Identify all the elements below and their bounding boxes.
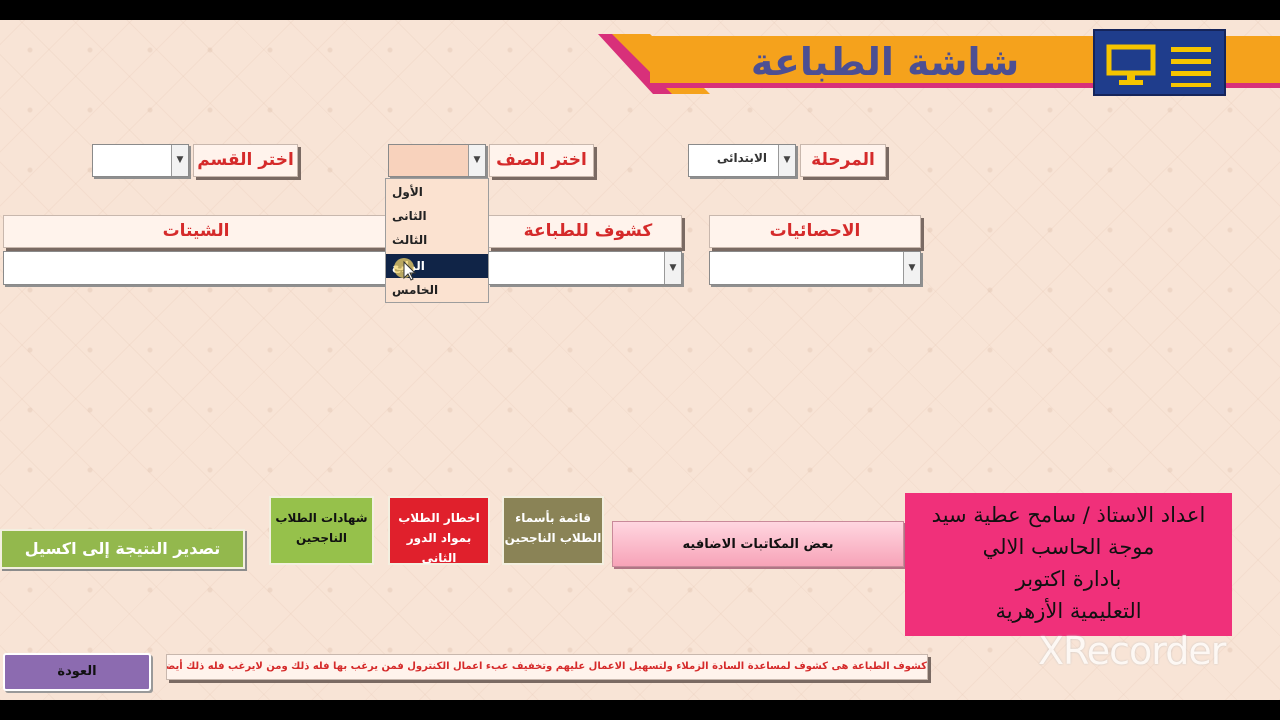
grade-option-2[interactable]: الثانى: [386, 204, 488, 228]
credits-line-4: التعليمية الأزهرية: [995, 599, 1142, 623]
stats-label: الاحصائيات: [709, 215, 921, 248]
section-select[interactable]: ▼: [92, 144, 189, 177]
stats-select[interactable]: ▼: [709, 251, 921, 285]
passed-list-button[interactable]: قائمة بأسماء الطلاب الناجحين: [502, 496, 604, 565]
export-excel-button[interactable]: تصدير النتيجة إلى اكسيل: [0, 529, 245, 569]
page-title: شاشة الطباعة: [750, 40, 1020, 84]
grade-label: اختر الصف: [489, 144, 594, 177]
sheets-label: الشيتات: [3, 215, 389, 248]
footer-note: كشوف الطباعة هى كشوف لمساعدة السادة الزم…: [166, 654, 928, 680]
monitor-icon: [1106, 44, 1211, 87]
mouse-cursor-icon: [394, 258, 417, 281]
credits-line-3: بادارة اكتوبر: [1015, 567, 1122, 591]
extra-correspondence-button[interactable]: بعض المكاتبات الاضافيه: [612, 521, 904, 567]
certificates-button[interactable]: شهادات الطلاب الناجحين: [269, 496, 374, 565]
passed-list-line1: قائمة بأسماء: [515, 511, 591, 525]
chevron-down-icon[interactable]: ▼: [778, 145, 795, 176]
grade-dropdown-list[interactable]: الأول الثانى الثالث الرابع الخامس: [385, 178, 489, 303]
chevron-down-icon[interactable]: ▼: [664, 252, 681, 284]
stage-select-value: الابتدائى: [716, 151, 767, 165]
back-label: العودة: [57, 664, 97, 679]
print-screen: شاشة الطباعة المرحلة الابتدائى ▼ اختر ال…: [0, 20, 1280, 700]
sheets-select[interactable]: [3, 251, 388, 285]
print-reports-select[interactable]: ▼: [488, 251, 682, 285]
back-button[interactable]: العودة: [3, 653, 151, 691]
print-reports-label: كشوف للطباعة: [488, 215, 682, 248]
credits-line-1: اعداد الاستاذ / سامح عطية سيد: [931, 503, 1206, 527]
export-excel-label: تصدير النتيجة إلى اكسيل: [24, 539, 221, 558]
notify-line1: اخطار الطلاب: [398, 511, 480, 525]
stage-label: المرحلة: [800, 144, 886, 177]
second-round-notice-button[interactable]: اخطار الطلاب بمواد الدور الثانى: [388, 496, 490, 565]
grade-select[interactable]: ▼: [388, 144, 486, 177]
certificates-line1: شهادات الطلاب: [275, 511, 368, 525]
grade-option-1[interactable]: الأول: [386, 180, 488, 204]
chevron-down-icon[interactable]: ▼: [468, 145, 485, 176]
grade-option-3[interactable]: الثالث: [386, 228, 488, 252]
watermark: XRecorder: [1038, 629, 1226, 673]
notify-line2: بمواد الدور الثانى: [406, 531, 472, 565]
extra-correspondence-label: بعض المكاتبات الاضافيه: [682, 537, 834, 552]
footer-note-text: كشوف الطباعة هى كشوف لمساعدة السادة الزم…: [166, 661, 927, 672]
stage-select[interactable]: الابتدائى ▼: [688, 144, 796, 177]
credits-line-2: موجة الحاسب الالي: [982, 535, 1155, 559]
passed-list-line2: الطلاب الناجحين: [504, 531, 602, 545]
chevron-down-icon[interactable]: ▼: [903, 252, 920, 284]
certificates-line2: الناجحين: [295, 531, 348, 545]
credits-box: اعداد الاستاذ / سامح عطية سيد موجة الحاس…: [905, 493, 1232, 636]
chevron-down-icon[interactable]: ▼: [171, 145, 188, 176]
menu-monitor-button[interactable]: [1093, 29, 1226, 96]
section-label: اختر القسم: [193, 144, 298, 177]
